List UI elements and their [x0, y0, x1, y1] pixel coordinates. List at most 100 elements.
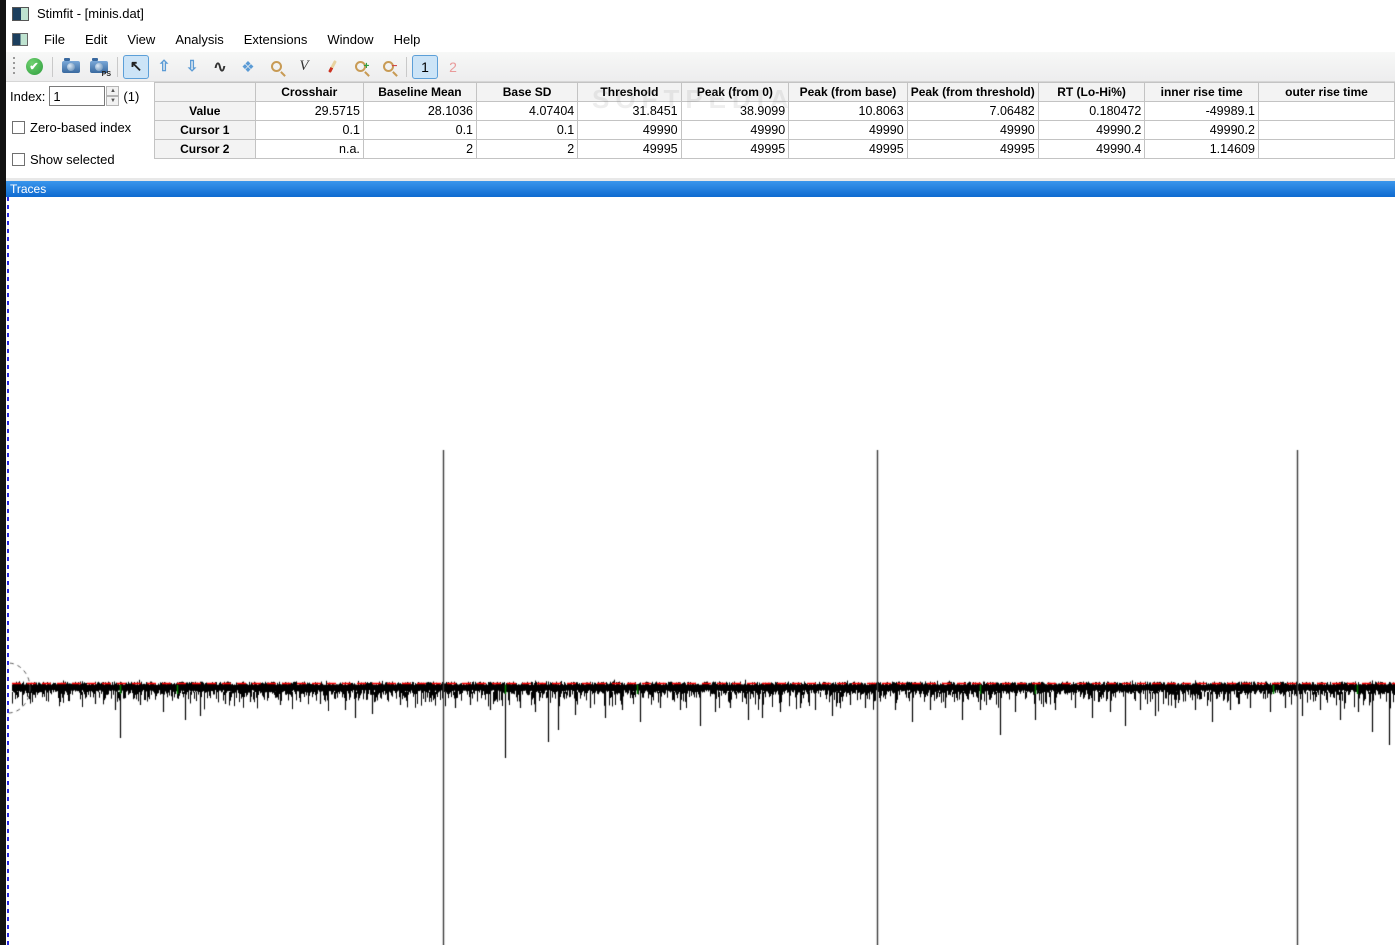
table-row-value: Value 29.5715 28.1036 4.07404 31.8451 38… — [155, 102, 1395, 121]
table-cell[interactable]: 49990 — [681, 121, 789, 140]
table-cell[interactable]: n.a. — [255, 140, 363, 159]
show-selected-checkbox[interactable] — [12, 153, 25, 166]
table-cell[interactable]: 7.06482 — [907, 102, 1038, 121]
col-header-inner-rise-time: inner rise time — [1145, 83, 1259, 102]
table-cell[interactable]: 29.5715 — [255, 102, 363, 121]
table-cell[interactable]: 31.8451 — [578, 102, 681, 121]
zoom-out-icon: − — [383, 61, 394, 72]
table-cell[interactable]: 49990 — [789, 121, 908, 140]
snapshot-button[interactable] — [58, 55, 84, 79]
table-cell[interactable]: 49990.2 — [1038, 121, 1145, 140]
table-cell[interactable]: 49990 — [578, 121, 681, 140]
table-cell[interactable]: 49995 — [681, 140, 789, 159]
table-cell[interactable] — [1258, 121, 1394, 140]
table-cell[interactable]: 10.8063 — [789, 102, 908, 121]
index-spinner: ▲ ▼ — [106, 86, 119, 106]
table-cell[interactable]: 49990.2 — [1145, 121, 1259, 140]
zoom-in-icon: + — [355, 61, 366, 72]
col-header-baseline-mean: Baseline Mean — [363, 83, 476, 102]
table-header-row: Crosshair Baseline Mean Base SD Threshol… — [155, 83, 1395, 102]
menu-help[interactable]: Help — [384, 29, 431, 50]
table-cell[interactable]: 0.1 — [363, 121, 476, 140]
menu-extensions[interactable]: Extensions — [234, 29, 318, 50]
col-header-base-sd: Base SD — [477, 83, 578, 102]
row-label-cursor2: Cursor 2 — [155, 140, 256, 159]
accept-button[interactable]: ✔ — [21, 55, 47, 79]
down-arrow-icon: ⇩ — [186, 59, 199, 74]
traces-plot-canvas[interactable] — [6, 197, 1395, 945]
fit-to-window-button[interactable]: ❖ — [235, 55, 261, 79]
mdi-child-icon[interactable] — [12, 33, 28, 46]
trace-count-label: (1) — [123, 89, 139, 104]
measure-button[interactable]: V — [291, 55, 317, 79]
channel-2-label: 2 — [449, 59, 457, 75]
table-cell[interactable]: 4.07404 — [477, 102, 578, 121]
table-cell[interactable]: 2 — [363, 140, 476, 159]
table-row-cursor1: Cursor 1 0.1 0.1 0.1 49990 49990 49990 4… — [155, 121, 1395, 140]
results-grid: Crosshair Baseline Mean Base SD Threshol… — [154, 82, 1395, 159]
table-cell[interactable]: 0.1 — [477, 121, 578, 140]
menu-bar: File Edit View Analysis Extensions Windo… — [6, 27, 1395, 52]
up-arrow-icon: ⇧ — [158, 59, 171, 74]
table-cell[interactable]: 28.1036 — [363, 102, 476, 121]
table-cell[interactable] — [1258, 140, 1394, 159]
wave-icon: ∿ — [213, 57, 226, 77]
toolbar-grip[interactable] — [11, 57, 17, 77]
select-mode-button[interactable]: ↖ — [123, 55, 149, 79]
next-trace-button[interactable]: ⇩ — [179, 55, 205, 79]
channel-2-button[interactable]: 2 — [440, 55, 466, 79]
previous-trace-button[interactable]: ⇧ — [151, 55, 177, 79]
menu-edit[interactable]: Edit — [75, 29, 117, 50]
title-bar[interactable]: Stimfit - [minis.dat] — [6, 0, 1395, 27]
snapshot-ps-button[interactable]: PS — [86, 55, 112, 79]
table-cell[interactable]: 49990.4 — [1038, 140, 1145, 159]
show-selected-checkbox-row: Show selected — [12, 152, 115, 167]
table-cell[interactable]: 0.180472 — [1038, 102, 1145, 121]
zoom-mode-button[interactable] — [263, 55, 289, 79]
row-label-cursor1: Cursor 1 — [155, 121, 256, 140]
channel-1-button[interactable]: 1 — [412, 55, 438, 79]
index-input[interactable] — [49, 86, 105, 106]
table-cell[interactable] — [1258, 102, 1394, 121]
table-cell[interactable]: 38.9099 — [681, 102, 789, 121]
spinner-down-button[interactable]: ▼ — [106, 96, 119, 106]
traces-window-titlebar[interactable]: Traces — [6, 181, 1395, 197]
menu-view[interactable]: View — [117, 29, 165, 50]
menu-window[interactable]: Window — [317, 29, 383, 50]
col-header-outer-rise-time: outer rise time — [1258, 83, 1394, 102]
four-way-diamond-icon: ❖ — [241, 58, 254, 76]
menu-file[interactable]: File — [34, 29, 75, 50]
table-cell[interactable]: -49989.1 — [1145, 102, 1259, 121]
toolbar-separator — [52, 57, 53, 77]
table-cell[interactable]: 2 — [477, 140, 578, 159]
screen: Stimfit - [minis.dat] File Edit View Ana… — [0, 0, 1395, 945]
table-cell[interactable]: 1.14609 — [1145, 140, 1259, 159]
magnifier-icon — [271, 61, 282, 72]
col-header-crosshair: Crosshair — [255, 83, 363, 102]
cursor-arrow-icon: ↖ — [130, 59, 143, 74]
table-cell[interactable]: 49995 — [578, 140, 681, 159]
toolbar: ✔ PS ↖ ⇧ ⇩ ∿ ❖ — [6, 52, 1395, 82]
table-cell[interactable]: 49990 — [907, 121, 1038, 140]
table-cell[interactable]: 0.1 — [255, 121, 363, 140]
zoom-in-button[interactable]: + — [347, 55, 373, 79]
camera-icon — [62, 61, 80, 73]
fit-curve-button[interactable]: ∿ — [207, 55, 233, 79]
selection-dashed-border — [7, 197, 9, 945]
zero-based-index-checkbox[interactable] — [12, 121, 25, 134]
camera-ps-label: PS — [102, 71, 111, 78]
spinner-up-button[interactable]: ▲ — [106, 86, 119, 96]
col-header-peak-from-base: Peak (from base) — [789, 83, 908, 102]
col-header-rt-lo-hi: RT (Lo-Hi%) — [1038, 83, 1145, 102]
table-cell[interactable]: 49995 — [907, 140, 1038, 159]
zoom-out-button[interactable]: − — [375, 55, 401, 79]
stimfit-window: Stimfit - [minis.dat] File Edit View Ana… — [6, 0, 1395, 945]
results-panel: Index: ▲ ▼ (1) Zero-based index Show sel… — [6, 82, 1395, 178]
check-icon: ✔ — [26, 58, 43, 75]
toolbar-separator — [406, 57, 407, 77]
show-selected-label: Show selected — [30, 152, 115, 167]
table-cell[interactable]: 49995 — [789, 140, 908, 159]
menu-analysis[interactable]: Analysis — [165, 29, 233, 50]
brush-icon — [328, 60, 337, 73]
draw-button[interactable] — [319, 55, 345, 79]
